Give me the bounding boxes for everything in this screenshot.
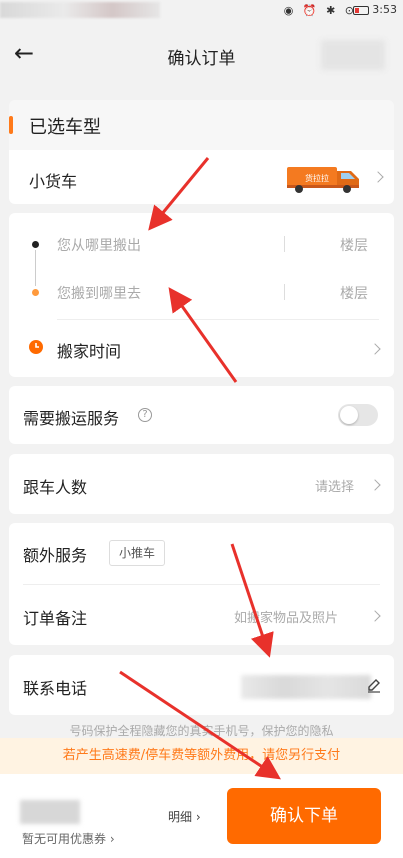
fee-notice-banner: 若产生高速费/停车费等额外费用，请您另行支付: [0, 738, 403, 774]
bottom-bar: 暂无可用优惠券 › 明细 › 确认下单 Bai经验: [0, 774, 403, 858]
companions-value: 请选择: [315, 480, 355, 495]
status-time: 3:53: [372, 3, 397, 16]
chevron-right-icon: [369, 343, 381, 355]
vehicle-section-header: 已选车型: [9, 100, 394, 150]
carry-service-label: 需要搬运服务: [23, 409, 120, 428]
coupon-text: 暂无可用优惠券: [22, 832, 107, 846]
vehicle-name: 小货车: [29, 172, 78, 191]
edit-icon[interactable]: [366, 677, 382, 693]
move-time-label: 搬家时间: [57, 342, 122, 361]
status-icons: ◉ ⏰ ✱ ⊙: [283, 4, 357, 17]
service-chip-cart[interactable]: 小推车: [109, 540, 166, 566]
detail-text: 明细: [168, 810, 193, 824]
privacy-note: 号码保护全程隐藏您的真实手机号，保护您的隐私: [69, 724, 334, 738]
from-floor-input[interactable]: 楼层: [340, 235, 368, 255]
detail-link[interactable]: 明细 ›: [168, 808, 201, 825]
origin-dot-icon: [32, 241, 39, 248]
from-address-input[interactable]: 您从哪里搬出: [57, 235, 141, 255]
price-blurred: [20, 800, 80, 824]
contact-row: 联系电话: [9, 655, 394, 715]
help-icon[interactable]: ?: [138, 408, 152, 422]
move-time-row[interactable]: 搬家时间: [9, 321, 394, 377]
truck-image: 货拉拉: [287, 167, 359, 193]
status-bar-blurred-area: [0, 2, 160, 18]
coupon-link[interactable]: 暂无可用优惠券 ›: [22, 830, 115, 847]
extra-services-label: 额外服务: [23, 546, 88, 565]
chevron-right-icon: [369, 610, 381, 622]
companions-row[interactable]: 跟车人数 请选择: [9, 454, 394, 514]
to-address-input[interactable]: 您搬到哪里去: [57, 283, 141, 303]
route-card: 您从哪里搬出 楼层 您搬到哪里去 楼层 搬家时间: [9, 213, 394, 377]
companions-label: 跟车人数: [23, 478, 88, 497]
nav-bar: ← 确认订单: [0, 28, 403, 86]
status-bar: ◉ ⏰ ✱ ⊙ 3:53: [0, 0, 403, 22]
divider: [284, 236, 285, 252]
watermark-text: Bai经验: [307, 832, 354, 858]
section-accent-bar: [9, 116, 13, 134]
destination-dot-icon: [32, 289, 39, 296]
truck-brand-text: 货拉拉: [305, 173, 329, 183]
confirm-order-button[interactable]: 确认下单 Bai经验: [227, 788, 381, 858]
order-note-label: 订单备注: [23, 609, 88, 628]
contact-label: 联系电话: [23, 679, 88, 698]
nav-blurred-area: [321, 40, 385, 70]
vehicle-row[interactable]: 小货车 货拉拉: [9, 150, 394, 204]
clock-icon: [29, 340, 43, 354]
chevron-right-icon: [372, 171, 384, 183]
chevron-right-icon: [369, 479, 381, 491]
order-note-row[interactable]: 订单备注 如搬家物品及照片: [9, 585, 394, 645]
route-connector-line: [35, 250, 36, 286]
carry-service-row: 需要搬运服务 ?: [9, 386, 394, 444]
divider: [284, 284, 285, 300]
divider: [57, 319, 379, 320]
toggle-knob: [340, 406, 358, 424]
phone-number-blurred[interactable]: [241, 675, 371, 699]
order-note-input[interactable]: 如搬家物品及照片: [234, 607, 338, 626]
vehicle-section-title: 已选车型: [29, 117, 101, 138]
battery-icon: [353, 6, 369, 15]
carry-service-toggle[interactable]: [338, 404, 378, 426]
extra-card: 额外服务 小推车 订单备注 如搬家物品及照片: [9, 523, 394, 645]
confirm-order-label: 确认下单: [270, 806, 338, 826]
to-floor-input[interactable]: 楼层: [340, 283, 368, 303]
